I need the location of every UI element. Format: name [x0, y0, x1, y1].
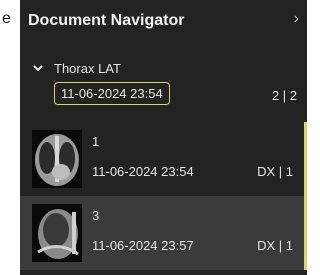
selection-accent-bar — [304, 122, 307, 196]
study-group-name: Thorax LAT — [54, 61, 121, 76]
document-item[interactable]: 1 11-06-2024 23:54 DX | 1 — [20, 122, 307, 196]
document-item-selected[interactable]: 3 11-06-2024 23:57 DX | 1 — [20, 196, 307, 270]
panel-footer — [20, 270, 307, 275]
study-count: 2 | 2 — [271, 88, 297, 103]
xray-pa-thumbnail — [32, 130, 82, 188]
document-navigator-panel: Document Navigator › Thorax LAT 11-06-20… — [20, 0, 307, 275]
chevron-right-icon[interactable]: › — [294, 10, 299, 28]
selection-accent-bar — [304, 196, 307, 270]
panel-title: Document Navigator — [28, 12, 185, 29]
document-number: 1 — [92, 134, 100, 149]
study-date-badge[interactable]: 11-06-2024 23:54 — [54, 82, 170, 105]
outside-window-strip: e — [0, 0, 20, 275]
xray-lateral-thumbnail — [32, 204, 82, 262]
document-timestamp: 11-06-2024 23:57 — [92, 238, 194, 253]
document-number: 3 — [92, 208, 100, 223]
study-group-thorax-lat[interactable]: Thorax LAT 11-06-2024 23:54 2 | 2 — [20, 58, 307, 116]
partial-text: e — [2, 10, 11, 27]
chevron-down-icon[interactable] — [32, 62, 44, 74]
document-timestamp: 11-06-2024 23:54 — [92, 164, 194, 179]
panel-header: Document Navigator › — [20, 0, 307, 44]
document-modality: DX | 1 — [257, 238, 293, 253]
document-modality: DX | 1 — [257, 164, 293, 179]
